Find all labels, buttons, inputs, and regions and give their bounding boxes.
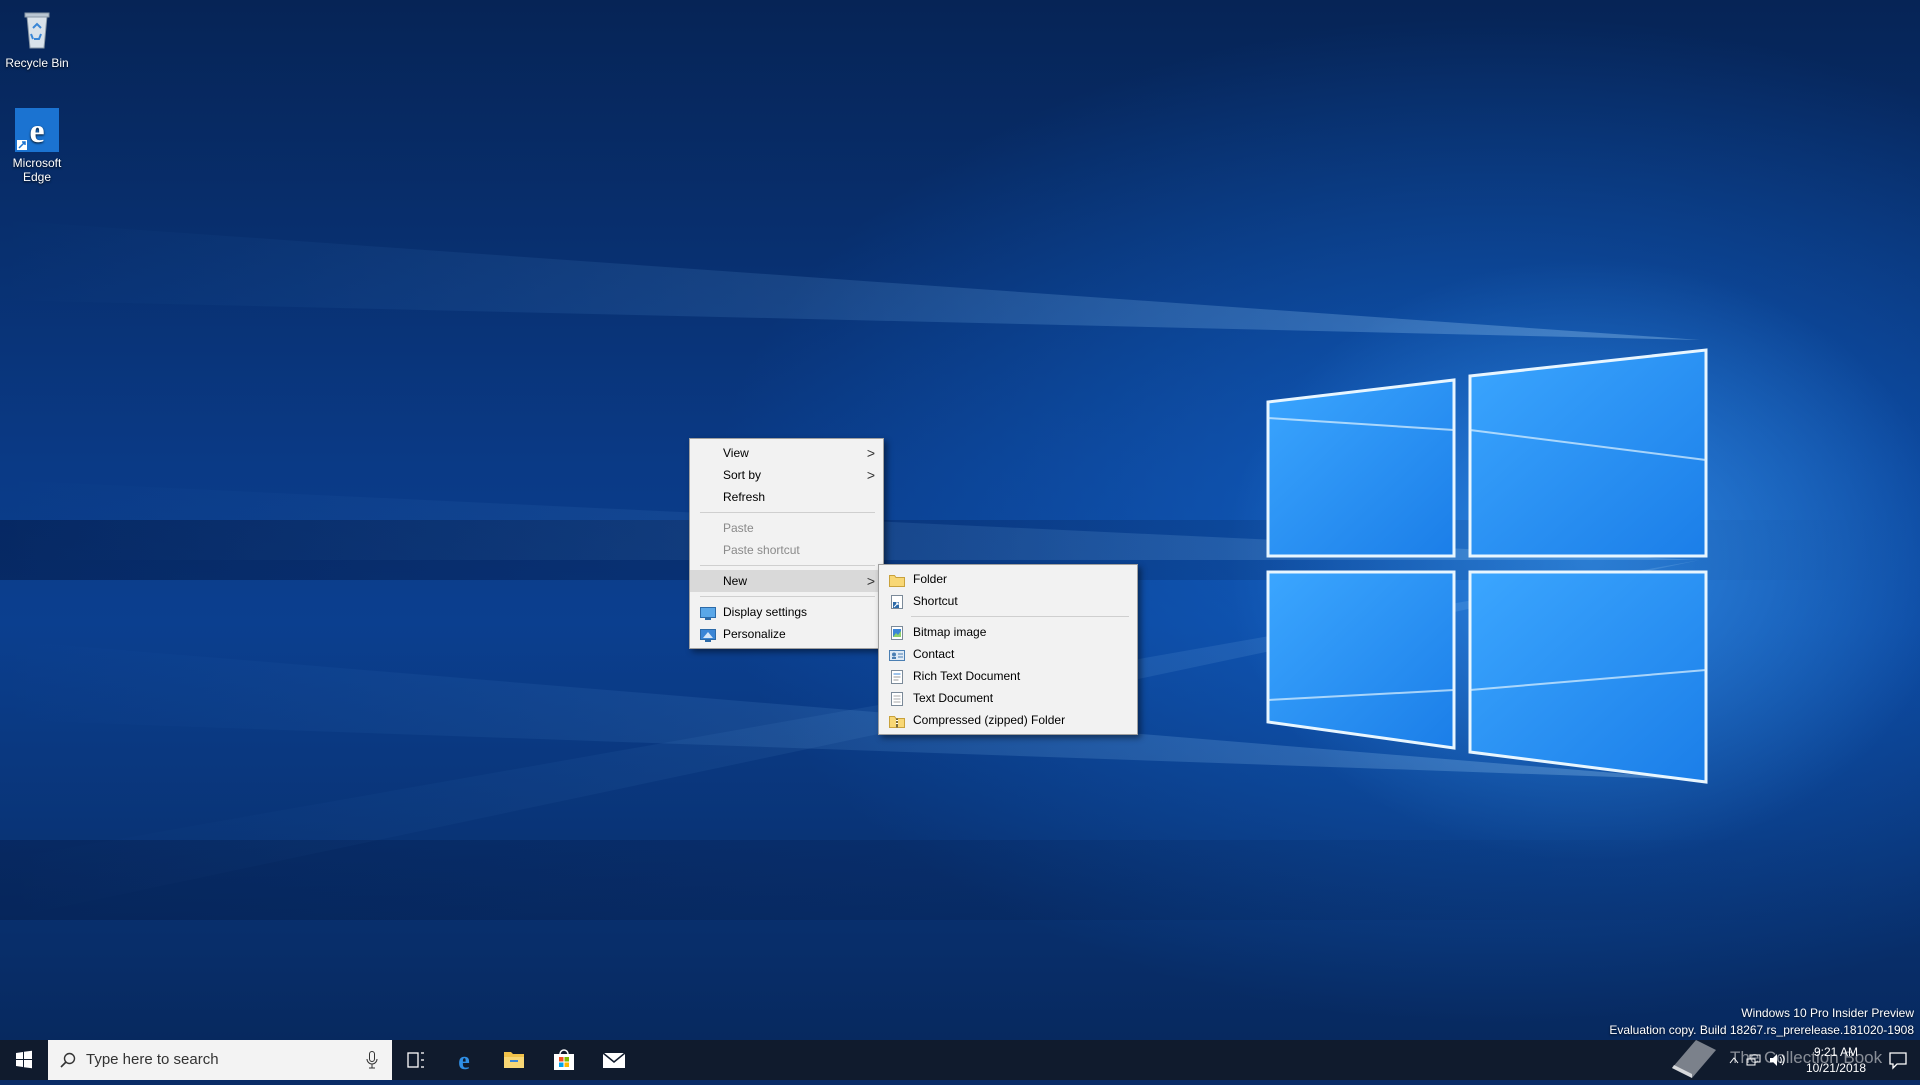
microphone-icon[interactable] [366, 1051, 378, 1069]
folder-icon [504, 1052, 524, 1068]
desktop-icon-label: Microsoft Edge [12, 156, 62, 184]
menu-item-label: Personalize [723, 627, 786, 641]
collection-book-text: The Collection Book [1730, 1048, 1883, 1067]
desktop-context-menu: View > Sort by > Refresh Paste Paste sho… [689, 438, 884, 649]
menu-item-display-settings[interactable]: Display settings [690, 601, 883, 623]
text-document-icon [889, 691, 905, 706]
menu-separator [700, 512, 875, 513]
watermark-line: Windows 10 Pro Insider Preview [1741, 1006, 1914, 1020]
menu-separator [700, 565, 875, 566]
menu-item-label: Refresh [723, 490, 766, 504]
chevron-right-icon: > [866, 573, 875, 589]
folder-icon [889, 572, 905, 587]
menu-item-refresh[interactable]: Refresh [690, 486, 883, 508]
zip-folder-icon [889, 713, 905, 728]
display-icon [700, 605, 716, 620]
submenu-item-shortcut[interactable]: Shortcut [879, 590, 1137, 612]
windows-start-icon [16, 1050, 32, 1069]
submenu-item-bitmap-image[interactable]: Bitmap image [879, 621, 1137, 643]
taskbar-store-button[interactable] [540, 1040, 588, 1080]
submenu-item-rich-text-document[interactable]: Rich Text Document [879, 665, 1137, 687]
contact-icon [889, 647, 905, 661]
mail-icon [602, 1052, 626, 1068]
svg-text:e: e [29, 113, 44, 150]
edge-icon: e [15, 108, 59, 152]
chevron-right-icon: > [866, 467, 875, 483]
desktop-icon-recycle-bin[interactable]: Recycle Bin [0, 8, 77, 70]
submenu-item-contact[interactable]: Contact [879, 643, 1137, 665]
desktop-icon-edge[interactable]: e Microsoft Edge [0, 108, 77, 184]
svg-text:e: e [458, 1046, 470, 1075]
menu-item-label: View [723, 446, 749, 460]
search-placeholder: Type here to search [86, 1051, 219, 1068]
windows-logo-wallpaper [0, 220, 1708, 920]
menu-item-paste: Paste [690, 517, 883, 539]
task-view-button[interactable] [392, 1040, 440, 1080]
rtf-icon [889, 669, 905, 684]
shortcut-icon [889, 594, 905, 609]
submenu-item-folder[interactable]: Folder [879, 568, 1137, 590]
menu-item-paste-shortcut: Paste shortcut [690, 539, 883, 561]
menu-separator [911, 616, 1129, 617]
desktop-icon-label: Recycle Bin [5, 56, 69, 70]
start-button[interactable] [0, 1040, 48, 1080]
menu-item-label: Folder [913, 572, 948, 586]
taskbar: Type here to search e 9:21 AM 10/21/2018 [0, 1040, 1920, 1080]
taskbar-edge-button[interactable]: e [440, 1040, 488, 1080]
menu-item-label: Text Document [913, 691, 994, 705]
submenu-item-compressed-folder[interactable]: Compressed (zipped) Folder [879, 709, 1137, 731]
chevron-right-icon: > [866, 445, 875, 461]
taskbar-file-explorer-button[interactable] [490, 1040, 538, 1080]
watermark-line: Evaluation copy. Build 18267.rs_prerelea… [1609, 1023, 1914, 1037]
menu-item-label: Bitmap image [913, 625, 987, 639]
menu-item-label: Sort by [723, 468, 762, 482]
menu-separator [700, 596, 875, 597]
taskbar-search-box[interactable]: Type here to search [48, 1040, 392, 1080]
personalize-icon [700, 627, 716, 642]
taskbar-mail-button[interactable] [590, 1040, 638, 1080]
desktop-background[interactable]: Recycle Bin e Microsoft Edge [0, 0, 1920, 1040]
menu-item-label: Rich Text Document [913, 669, 1021, 683]
menu-item-label: Paste shortcut [723, 543, 800, 557]
submenu-item-text-document[interactable]: Text Document [879, 687, 1137, 709]
menu-item-label: Paste [723, 521, 754, 535]
menu-item-label: Shortcut [913, 594, 958, 608]
menu-item-new[interactable]: New > [690, 570, 883, 592]
book-icon [1672, 1040, 1716, 1078]
recycle-bin-icon [15, 8, 59, 52]
store-icon [554, 1049, 574, 1070]
bitmap-icon [889, 625, 905, 640]
menu-item-personalize[interactable]: Personalize [690, 623, 883, 645]
menu-item-label: Compressed (zipped) Folder [913, 713, 1066, 727]
menu-item-label: Display settings [723, 605, 808, 619]
build-watermark: Windows 10 Pro Insider Preview Evaluatio… [1609, 1005, 1914, 1039]
new-submenu: Folder Shortcut Bitmap image Contact Ric… [878, 564, 1138, 735]
menu-item-sort-by[interactable]: Sort by > [690, 464, 883, 486]
menu-item-view[interactable]: View > [690, 442, 883, 464]
edge-icon: e [458, 1046, 470, 1075]
menu-item-label: New [723, 574, 748, 588]
task-view-icon [407, 1052, 424, 1068]
menu-item-label: Contact [913, 647, 955, 661]
search-icon [60, 1052, 76, 1068]
collection-book-overlay: The Collection Book [1668, 1040, 1908, 1080]
